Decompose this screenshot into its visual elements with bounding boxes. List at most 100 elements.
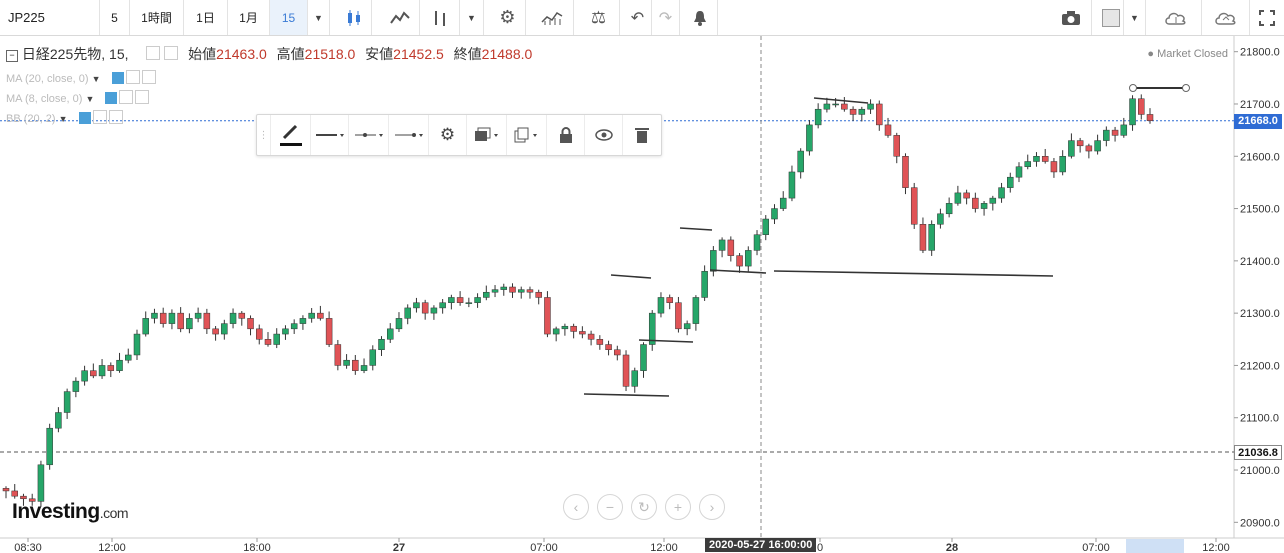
candle-body xyxy=(20,495,27,500)
eye-icon[interactable] xyxy=(146,46,161,60)
hide-button[interactable] xyxy=(585,115,623,155)
candle-body xyxy=(631,370,639,387)
bars-dropdown[interactable]: ▼ xyxy=(460,0,484,35)
layers-icon xyxy=(474,127,498,141)
interval-1h-button[interactable]: 1時間 xyxy=(130,0,184,35)
alert-button[interactable] xyxy=(682,0,718,35)
candle-body xyxy=(1094,140,1101,152)
pen-tool-button[interactable] xyxy=(271,115,311,155)
candle-body xyxy=(1068,140,1075,157)
line-style-button[interactable] xyxy=(311,115,349,155)
x-tick-label: 28 xyxy=(946,542,958,553)
settings-icon[interactable] xyxy=(125,70,140,84)
line-end-button[interactable] xyxy=(389,115,429,155)
candle-body xyxy=(517,289,525,293)
drawing-settings-button[interactable]: ⚙ xyxy=(429,115,467,155)
save-layout-button[interactable] xyxy=(1202,0,1250,35)
candle-body xyxy=(832,103,839,106)
candle-body xyxy=(579,331,586,335)
candle-body xyxy=(718,239,726,251)
eye-icon[interactable] xyxy=(111,72,124,84)
candle-body xyxy=(509,286,516,293)
settings-icon[interactable] xyxy=(92,110,107,124)
scroll-left-button[interactable]: ‹ xyxy=(563,494,589,520)
indicators-button[interactable] xyxy=(530,0,574,35)
x-tick-label: 0 xyxy=(817,542,823,553)
symbol-input[interactable]: JP225 xyxy=(0,0,100,35)
scroll-right-button[interactable]: › xyxy=(699,494,725,520)
candle-body xyxy=(378,339,385,350)
candle-body xyxy=(256,328,263,340)
indicator-bb[interactable]: BB (20, 2) ▼ xyxy=(6,110,123,125)
candle-body xyxy=(753,234,761,251)
indicator-ma20[interactable]: MA (20, close, 0) ▼ xyxy=(6,70,156,85)
candle-body xyxy=(168,312,176,324)
candle-body xyxy=(290,323,298,330)
candle-body xyxy=(806,124,813,152)
drag-handle[interactable]: ⋮ xyxy=(257,115,271,155)
y-tick-label: 20900.0 xyxy=(1240,517,1280,529)
line-chart-button[interactable] xyxy=(380,0,420,35)
screenshot-button[interactable] xyxy=(1050,0,1092,35)
interval-5-button[interactable]: 5 xyxy=(100,0,130,35)
eye-icon[interactable] xyxy=(78,112,91,124)
drawing-toolbar: ⋮ ⚙ xyxy=(256,114,662,156)
trash-icon xyxy=(635,128,649,143)
collapse-icon[interactable]: − xyxy=(6,50,18,62)
compare-button[interactable]: ⚖ xyxy=(578,0,620,35)
candle-body xyxy=(46,427,53,466)
current-price-tag: 21668.0 xyxy=(1234,114,1282,129)
candle-body xyxy=(963,192,970,199)
candle-body xyxy=(727,239,735,256)
candle-body xyxy=(1085,145,1093,152)
bars-button[interactable] xyxy=(420,0,460,35)
arrange-button[interactable] xyxy=(467,115,507,155)
close-icon[interactable] xyxy=(135,90,150,104)
candle-body xyxy=(369,349,377,366)
indicator-ma8[interactable]: MA (8, close, 0) ▼ xyxy=(6,90,150,105)
candle-body xyxy=(465,302,473,304)
color-picker-button[interactable] xyxy=(1098,0,1124,35)
candle-body xyxy=(177,312,184,330)
interval-1d-button[interactable]: 1日 xyxy=(184,0,228,35)
candle-body xyxy=(1111,129,1119,136)
candle-body xyxy=(212,328,219,335)
delete-button[interactable] xyxy=(623,115,661,155)
interval-dropdown[interactable]: ▼ xyxy=(308,0,330,35)
eye-icon[interactable] xyxy=(105,92,118,104)
clone-button[interactable] xyxy=(507,115,547,155)
line-type-icon xyxy=(354,133,383,137)
indicator-label: MA (8, close, 0) xyxy=(6,93,83,105)
fullscreen-button[interactable] xyxy=(1250,0,1284,35)
close-icon[interactable] xyxy=(108,110,123,124)
chevron-left-icon: ‹ xyxy=(573,499,579,515)
candle-body xyxy=(299,318,307,324)
lock-button[interactable] xyxy=(547,115,585,155)
interval-15-button[interactable]: 15 xyxy=(270,0,308,35)
load-layout-button[interactable] xyxy=(1150,0,1202,35)
interval-1m-button[interactable]: 1月 xyxy=(228,0,270,35)
candle-body xyxy=(1120,124,1128,136)
redo-button[interactable]: ↷ xyxy=(652,0,680,35)
settings-icon[interactable] xyxy=(119,90,134,104)
close-icon[interactable] xyxy=(141,70,156,84)
candle-body xyxy=(98,365,106,377)
candle-body xyxy=(858,108,866,115)
reset-button[interactable]: ↻ xyxy=(631,494,657,520)
line-type-button[interactable] xyxy=(349,115,389,155)
color-dropdown[interactable]: ▼ xyxy=(1124,0,1146,35)
candle-body xyxy=(116,359,123,371)
candle-body xyxy=(159,312,167,324)
candle-body xyxy=(683,323,691,330)
candles-button[interactable] xyxy=(336,0,372,35)
low-value: 21452.5 xyxy=(393,46,444,62)
settings-button[interactable]: ⚙ xyxy=(490,0,526,35)
undo-button[interactable]: ↶ xyxy=(624,0,652,35)
trend-line xyxy=(813,97,869,104)
zoom-in-button[interactable]: + xyxy=(665,494,691,520)
candle-body xyxy=(221,323,228,335)
candle-body xyxy=(2,488,10,492)
zoom-out-button[interactable]: − xyxy=(597,494,623,520)
settings-icon[interactable] xyxy=(164,46,179,60)
chevron-down-icon: ▼ xyxy=(1130,12,1139,23)
